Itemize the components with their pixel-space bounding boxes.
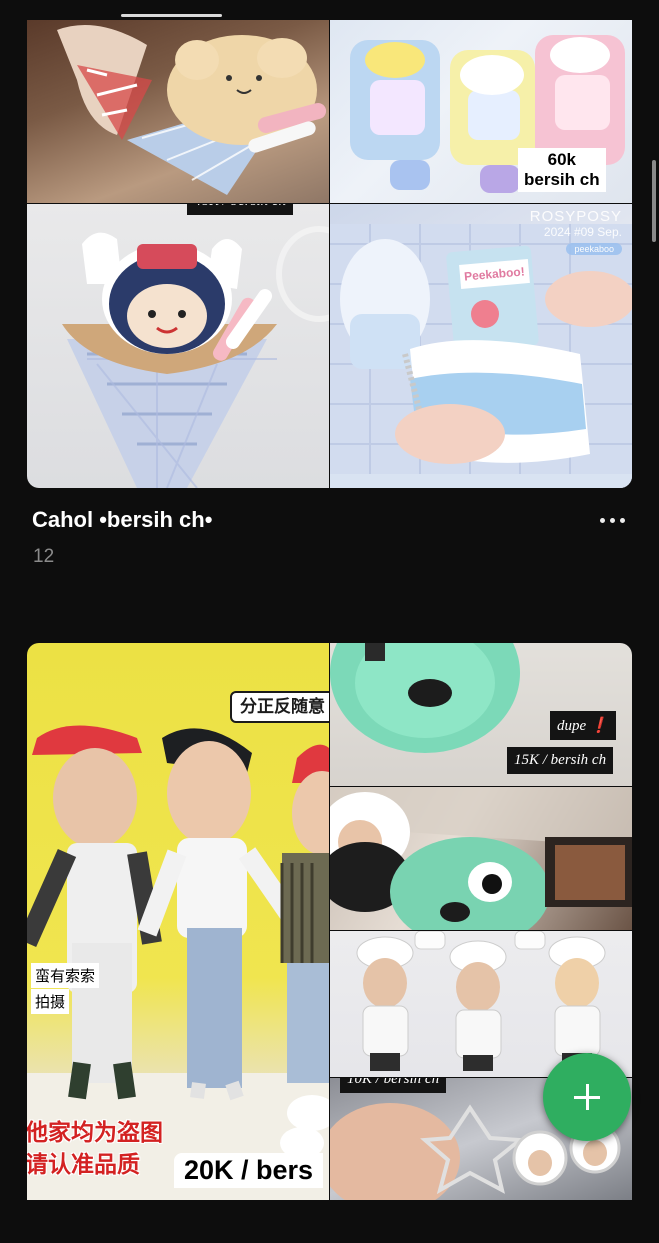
tab-indicator — [121, 14, 222, 17]
board-cover-cahol[interactable]: 60k bersih ch 48K / bersih ch — [27, 20, 632, 488]
plush-and-tv-illustration — [330, 787, 632, 930]
image-divider — [329, 643, 330, 1200]
ice-cream-pouch-illustration — [57, 25, 327, 195]
pin-image-photo-dolls: 分正反随意 蛮有索索 拍摄 他家均为盗图 请认准品质 20K / bers — [27, 643, 329, 1200]
more-options-button[interactable] — [594, 504, 630, 536]
price-label-48k: 48K / bersih ch — [187, 204, 294, 215]
brand-watermark: ROSYPOSY 2024 #09 Sep. peekaboo — [530, 208, 622, 257]
brand-tag: peekaboo — [566, 243, 622, 255]
price-label-60k: 60k bersih ch — [518, 148, 606, 192]
create-button[interactable] — [543, 1053, 631, 1141]
price-label-10k: 10K / bersih ch — [340, 1078, 447, 1093]
pin-image-green-fuzzy-plush: dupe ❗ 15K / bersih ch — [330, 643, 632, 786]
price-label-15k: 15K / bersih ch — [507, 747, 614, 774]
pin-image-ice-cream-pouch — [27, 20, 329, 203]
chinese-caption: 拍摄 — [31, 989, 70, 1014]
price-label-60k-amount: 60k — [547, 150, 576, 169]
plush-in-cone-illustration — [62, 226, 329, 488]
pin-image-peekaboo-pouch: Peekaboo! ROSYPOSY 2024 #09 Sep. peekabo… — [330, 204, 632, 488]
pin-image-photocard-pouches: 60k bersih ch — [330, 20, 632, 203]
brand-date: 2024 #09 Sep. — [543, 225, 622, 239]
image-divider — [329, 20, 330, 488]
scrollbar-thumb[interactable] — [652, 160, 656, 242]
more-horizontal-icon — [599, 517, 625, 523]
pin-count: 12 — [33, 546, 55, 567]
plus-icon — [574, 1084, 600, 1110]
dupe-label: dupe ❗ — [550, 711, 616, 740]
pin-image-plush-and-tv — [330, 787, 632, 930]
pin-image-plush-in-cone: 48K / bersih ch — [27, 204, 329, 488]
price-label-20k: 20K / bers — [174, 1153, 324, 1188]
chinese-banner: 分正反随意 — [230, 691, 329, 723]
image-divider — [27, 203, 632, 204]
price-label-60k-note: bersih ch — [524, 170, 600, 189]
image-divider — [330, 930, 632, 931]
board-title[interactable]: Cahol •bersih ch• — [32, 507, 212, 533]
chinese-caption: 蛮有索索 — [31, 963, 100, 988]
board-cover-second[interactable]: 分正反随意 蛮有索索 拍摄 他家均为盗图 请认准品质 20K / bers du… — [27, 643, 632, 1243]
chinese-warning-text: 他家均为盗图 — [27, 1119, 163, 1145]
chinese-warning-text: 请认准品质 — [27, 1151, 140, 1177]
image-divider — [330, 786, 632, 787]
brand-name: ROSYPOSY — [529, 208, 622, 225]
